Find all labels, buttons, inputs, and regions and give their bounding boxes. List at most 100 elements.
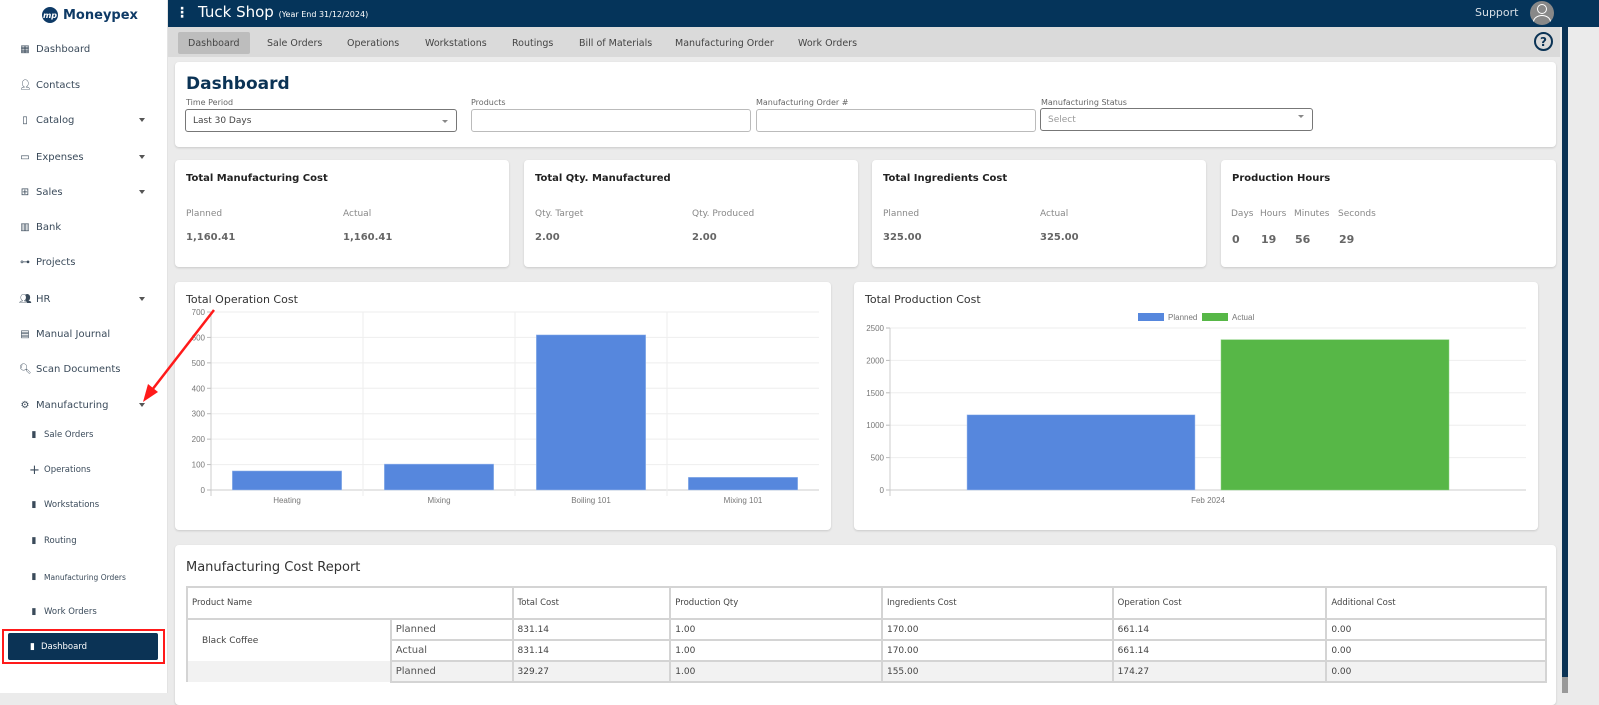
stat-card-production-hours: Production Hours Days Hours Minutes Seco… (1221, 160, 1556, 267)
brand-logo[interactable]: mp Moneypex (42, 7, 138, 23)
time-period-select[interactable]: Last 30 Days (185, 109, 457, 132)
invoice-icon: ▮ (31, 536, 37, 546)
operation-cost-cell: 661.14 (1111, 639, 1328, 662)
y-tick-label: 2500 (866, 324, 884, 333)
sidebar-item-expenses[interactable]: ▭ Expenses (0, 142, 168, 172)
y-tick-label: 400 (192, 384, 206, 393)
column-header[interactable]: Operation Cost (1111, 586, 1328, 620)
mo-number-input[interactable] (756, 109, 1036, 132)
tab-routings[interactable]: Routings (502, 32, 563, 54)
sidebar-subitem-label: Manufacturing Orders (44, 572, 126, 582)
sidebar-item-label: Scan Documents (36, 363, 121, 375)
sidebar-item-label: Contacts (36, 79, 81, 91)
scrollbar-track[interactable] (1562, 677, 1568, 693)
sidebar-item-manual-journal[interactable]: ▤ Manual Journal (0, 319, 168, 349)
module-tabs: Dashboard Sale Orders Operations Worksta… (168, 27, 1560, 57)
sidebar-item-hr[interactable]: 👥︎ HR (0, 284, 168, 314)
tab-operations[interactable]: Operations (337, 32, 409, 54)
production-qty-cell: 1.00 (669, 660, 883, 683)
scrollbar-thumb[interactable] (1562, 27, 1568, 677)
user-avatar[interactable] (1530, 1, 1554, 25)
support-link[interactable]: Support (1475, 6, 1518, 19)
tab-sale-orders[interactable]: Sale Orders (257, 32, 332, 54)
table-row: Actual 831.14 1.00 170.00 661.14 0.00 (187, 639, 1547, 662)
more-vertical-icon[interactable]: ⋮ (175, 5, 189, 21)
invoice-icon: ▮ (31, 430, 37, 440)
sidebar-item-scan-documents[interactable]: 🔍︎ Scan Documents (0, 354, 168, 384)
sidebar-subitem-sale-orders[interactable]: ▮ Sale Orders (0, 421, 168, 449)
y-tick-label: 2000 (866, 356, 884, 365)
chevron-down-icon[interactable] (139, 118, 145, 122)
invoice-icon: ▮ (31, 572, 37, 582)
help-icon[interactable]: ? (1534, 32, 1553, 51)
brand-name: Moneypex (63, 7, 138, 23)
tab-manufacturing-order[interactable]: Manufacturing Order (665, 32, 784, 54)
sidebar-subitem-routing[interactable]: ▮ Routing (0, 527, 168, 555)
y-tick-label: 100 (192, 461, 206, 470)
column-header[interactable]: Product Name (186, 586, 514, 620)
planned-label: Planned (883, 209, 920, 219)
chevron-down-icon[interactable] (139, 403, 145, 407)
sidebar-item-bank[interactable]: ▥ Bank (0, 212, 168, 242)
y-tick-label: 1000 (866, 421, 884, 430)
sidebar-subitem-dashboard[interactable]: ▮ Dashboard (8, 633, 158, 660)
y-tick-label: 200 (192, 435, 206, 444)
sidebar-subitem-operations[interactable]: + Operations (0, 456, 168, 484)
sidebar-subitem-label: Dashboard (40, 641, 88, 652)
tab-bill-of-materials[interactable]: Bill of Materials (569, 32, 662, 54)
avatar-head-shape (1537, 4, 1547, 14)
sidebar: mp Moneypex ▦ Dashboard 👤︎ Contacts ▯ Ca… (0, 0, 168, 693)
time-period-value: Last 30 Days (193, 115, 252, 126)
sidebar-item-label: Catalog (36, 114, 75, 126)
chevron-down-icon (1298, 115, 1304, 118)
sidebar-item-label: Manual Journal (36, 328, 111, 340)
company-title[interactable]: Tuck Shop (Year End 31/12/2024) (198, 3, 368, 21)
invoice-icon: ▮ (31, 607, 37, 617)
bar-mixing (384, 463, 494, 491)
tab-work-orders[interactable]: Work Orders (788, 32, 867, 54)
top-bar: ⋮ Tuck Shop (Year End 31/12/2024) Suppor… (168, 0, 1599, 27)
column-header[interactable]: Total Cost (511, 586, 672, 620)
sidebar-subitem-manufacturing-orders[interactable]: ▮ Manufacturing Orders (0, 563, 168, 591)
search-icon: 🔍︎ (19, 363, 32, 375)
chevron-down-icon[interactable] (139, 190, 145, 194)
sidebar-subitem-workstations[interactable]: ▮ Workstations (0, 491, 168, 519)
sidebar-item-projects[interactable]: ⊶ Projects (0, 247, 168, 277)
y-tick-label: 500 (871, 454, 885, 463)
sidebar-subitem-label: Sale Orders (44, 430, 94, 440)
ingredients-cost-cell: 170.00 (880, 639, 1114, 662)
operation-cost-cell: 661.14 (1111, 618, 1328, 641)
credit-card-icon: ▭ (20, 151, 30, 163)
seconds-label: Seconds (1338, 209, 1376, 219)
tab-workstations[interactable]: Workstations (415, 32, 497, 54)
stat-title: Production Hours (1232, 173, 1331, 184)
additional-cost-cell: 0.00 (1325, 660, 1547, 683)
column-header[interactable]: Additional Cost (1325, 586, 1547, 620)
avatar-body-shape (1533, 15, 1551, 25)
ingredients-cost-cell: 155.00 (880, 660, 1114, 683)
status-select[interactable]: Select (1040, 108, 1313, 131)
row-type-cell: Actual (389, 639, 514, 662)
sidebar-item-sales[interactable]: ⊞ Sales (0, 177, 168, 207)
time-period-label: Time Period (186, 98, 234, 107)
products-input[interactable] (471, 109, 751, 132)
invoice-icon: ▮ (31, 500, 37, 510)
sidebar-item-contacts[interactable]: 👤︎ Contacts (0, 70, 168, 100)
column-header[interactable]: Ingredients Cost (880, 586, 1114, 620)
column-header[interactable]: Production Qty (669, 586, 883, 620)
chevron-down-icon[interactable] (139, 297, 145, 301)
ingredients-cost-cell: 170.00 (880, 618, 1114, 641)
stat-card-qty-manufactured: Total Qty. Manufactured Qty. Target Qty.… (524, 160, 858, 267)
sitemap-icon: ⊶ (20, 256, 30, 268)
legend-swatch-planned (1138, 313, 1164, 321)
total-cost-cell: 329.27 (511, 660, 672, 683)
sidebar-item-dashboard[interactable]: ▦ Dashboard (0, 34, 168, 64)
chevron-down-icon[interactable] (139, 155, 145, 159)
sidebar-item-catalog[interactable]: ▯ Catalog (0, 105, 168, 135)
tab-dashboard[interactable]: Dashboard (178, 32, 250, 54)
company-name: Tuck Shop (198, 3, 274, 21)
sidebar-subitem-work-orders[interactable]: ▮ Work Orders (0, 598, 168, 626)
sidebar-item-manufacturing[interactable]: ⚙ Manufacturing (0, 390, 168, 420)
stat-title: Total Manufacturing Cost (186, 173, 328, 184)
filter-card: Dashboard Time Period Last 30 Days Produ… (175, 62, 1556, 147)
